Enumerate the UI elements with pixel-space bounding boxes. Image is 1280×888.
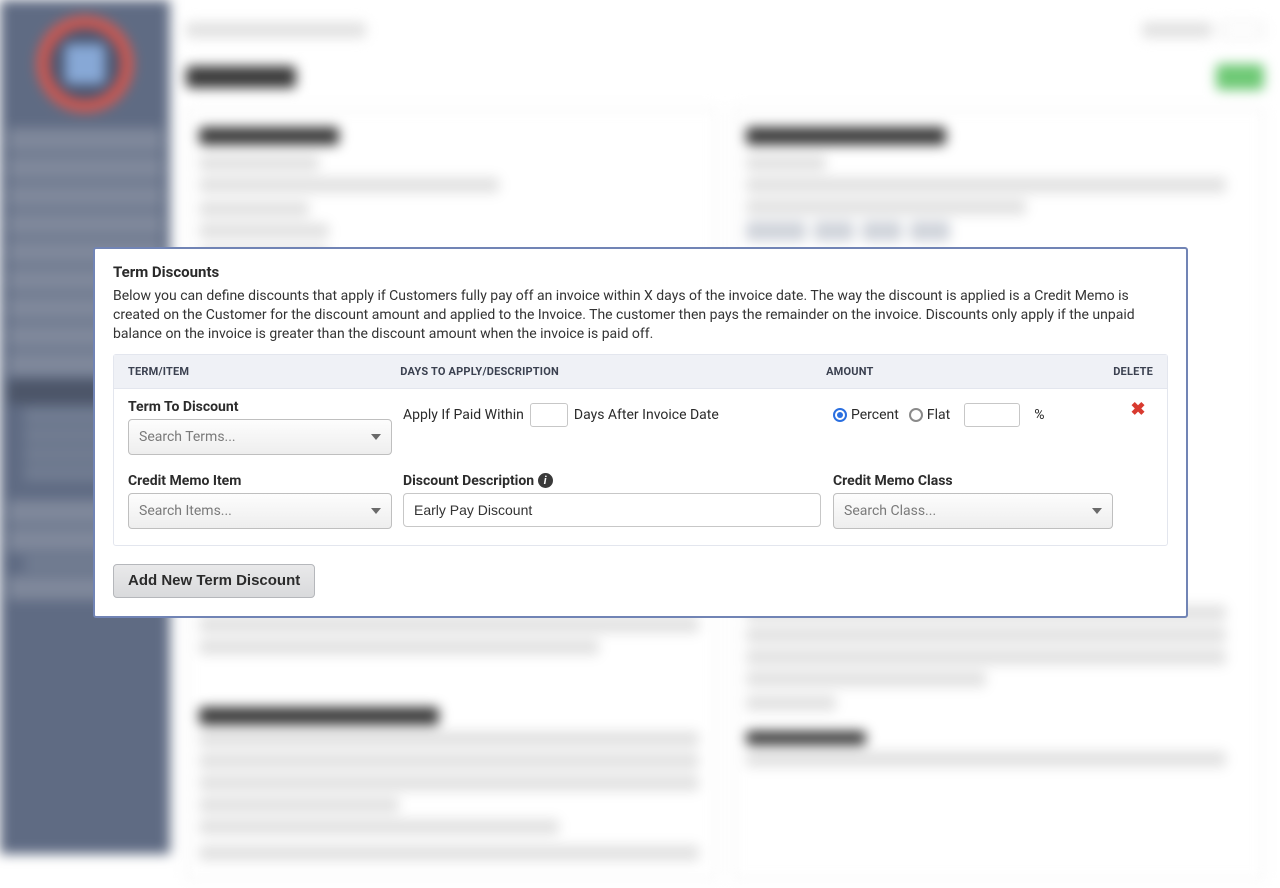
col-header-delete: DELETE [1113, 365, 1153, 378]
chevron-down-icon [371, 434, 381, 440]
radio-icon [833, 408, 847, 422]
term-discounts-modal: Term Discounts Below you can define disc… [93, 247, 1188, 618]
add-term-discount-button[interactable]: Add New Term Discount [113, 564, 315, 598]
info-icon[interactable]: i [538, 473, 553, 488]
amount-suffix: % [1034, 407, 1044, 423]
amount-type-flat-radio[interactable]: Flat [909, 407, 950, 423]
table-row: Term To Discount Search Terms... Apply I… [114, 388, 1167, 469]
term-discounts-table: TERM/ITEM DAYS TO APPLY/DESCRIPTION AMOU… [113, 354, 1168, 546]
amount-type-flat-label: Flat [927, 407, 950, 423]
term-to-discount-label: Term To Discount [128, 399, 391, 415]
amount-input[interactable] [964, 403, 1020, 427]
radio-icon [909, 408, 923, 422]
apply-prefix: Apply If Paid Within [403, 407, 524, 423]
credit-memo-item-label: Credit Memo Item [128, 473, 391, 489]
table-row: Credit Memo Item Search Items... Discoun… [114, 469, 1167, 545]
credit-memo-class-select[interactable]: Search Class... [833, 493, 1113, 529]
credit-memo-class-placeholder: Search Class... [844, 503, 936, 519]
col-header-term: TERM/ITEM [128, 365, 400, 378]
amount-type-percent-radio[interactable]: Percent [833, 407, 899, 423]
apply-suffix: Days After Invoice Date [574, 407, 719, 423]
credit-memo-item-placeholder: Search Items... [139, 503, 232, 519]
table-header-row: TERM/ITEM DAYS TO APPLY/DESCRIPTION AMOU… [114, 355, 1167, 388]
credit-memo-item-select[interactable]: Search Items... [128, 493, 392, 529]
modal-title: Term Discounts [113, 263, 1168, 281]
credit-memo-class-label: Credit Memo Class [833, 473, 1123, 489]
term-select[interactable]: Search Terms... [128, 419, 392, 455]
chevron-down-icon [1092, 508, 1102, 514]
delete-row-button[interactable]: ✖ [1130, 399, 1145, 420]
col-header-days: DAYS TO APPLY/DESCRIPTION [400, 365, 826, 378]
discount-description-label: Discount Description i [403, 473, 821, 489]
discount-description-input[interactable] [403, 493, 821, 527]
col-header-amount: AMOUNT [826, 365, 1113, 378]
chevron-down-icon [371, 508, 381, 514]
term-select-placeholder: Search Terms... [139, 429, 236, 445]
amount-type-percent-label: Percent [851, 407, 899, 423]
days-input[interactable] [530, 403, 568, 427]
modal-description: Below you can define discounts that appl… [113, 287, 1168, 344]
